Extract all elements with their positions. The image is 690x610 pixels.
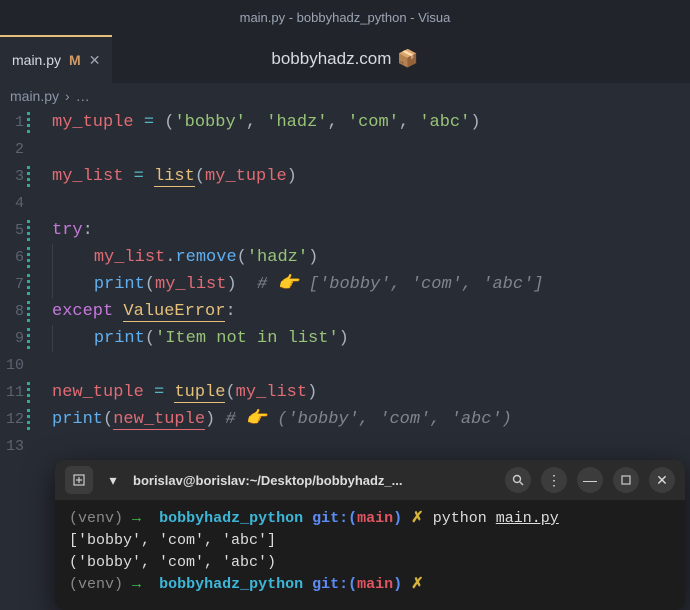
watermark-text: bobbyhadz.com [271, 49, 391, 69]
code-content[interactable]: my_tuple = ('bobby', 'hadz', 'com', 'abc… [34, 109, 690, 460]
menu-icon[interactable]: ⋮ [541, 467, 567, 493]
search-icon[interactable] [505, 467, 531, 493]
line-number: 6 [0, 244, 24, 271]
breadcrumb-file: main.py [10, 88, 59, 104]
terminal-line: ('bobby', 'com', 'abc') [69, 552, 671, 574]
breadcrumb[interactable]: main.py › … [0, 83, 690, 109]
line-number: 5 [0, 217, 24, 244]
code-line: print(new_tuple) # 👉️ ('bobby', 'com', '… [52, 406, 690, 433]
code-line [52, 433, 690, 460]
code-line: new_tuple = tuple(my_list) [52, 379, 690, 406]
line-number: 2 [0, 136, 24, 163]
code-line [52, 190, 690, 217]
line-number: 4 [0, 190, 24, 217]
code-line: print('Item not in list') [52, 325, 690, 352]
line-number: 7 [0, 271, 24, 298]
tab-bar: main.py M ✕ bobbyhadz.com 📦 [0, 35, 690, 83]
tab-modified-badge: M [69, 52, 81, 68]
line-number: 12 [0, 406, 24, 433]
breadcrumb-ellipsis: … [76, 88, 90, 104]
code-line: my_list = list(my_tuple) [52, 163, 690, 190]
line-gutter: 1 2 3 4 5 6 7 8 9 10 11 12 13 [0, 109, 34, 460]
code-line: print(my_list) # 👉️ ['bobby', 'com', 'ab… [52, 271, 690, 298]
line-number: 9 [0, 325, 24, 352]
new-tab-button[interactable] [65, 466, 93, 494]
package-icon: 📦 [397, 49, 418, 69]
line-number: 8 [0, 298, 24, 325]
terminal-title: borislav@borislav:~/Desktop/bobbyhadz_..… [133, 473, 495, 488]
terminal-line: (venv) → bobbyhadz_python git:(main) ✗ [69, 574, 671, 596]
code-line: try: [52, 217, 690, 244]
terminal-titlebar[interactable]: ▾ borislav@borislav:~/Desktop/bobbyhadz_… [55, 460, 685, 500]
minimize-icon[interactable]: — [577, 467, 603, 493]
line-number: 13 [0, 433, 24, 460]
tab-filename: main.py [12, 52, 61, 68]
chevron-down-icon[interactable]: ▾ [103, 466, 123, 494]
tab-main-py[interactable]: main.py M ✕ [0, 35, 112, 83]
maximize-icon[interactable] [613, 467, 639, 493]
code-line: my_list.remove('hadz') [52, 244, 690, 271]
code-line: except ValueError: [52, 298, 690, 325]
code-editor[interactable]: 1 2 3 4 5 6 7 8 9 10 11 12 13 my_tuple =… [0, 109, 690, 460]
line-number: 11 [0, 379, 24, 406]
chevron-right-icon: › [65, 88, 70, 104]
line-number: 10 [0, 352, 24, 379]
terminal-output[interactable]: (venv) → bobbyhadz_python git:(main) ✗ p… [55, 500, 685, 610]
watermark: bobbyhadz.com 📦 [271, 49, 418, 69]
terminal-line: (venv) → bobbyhadz_python git:(main) ✗ p… [69, 508, 671, 530]
terminal-line: ['bobby', 'com', 'abc'] [69, 530, 671, 552]
code-line: my_tuple = ('bobby', 'hadz', 'com', 'abc… [52, 109, 690, 136]
code-line [52, 136, 690, 163]
close-icon[interactable]: ✕ [89, 52, 101, 69]
code-line [52, 352, 690, 379]
terminal-window: ▾ borislav@borislav:~/Desktop/bobbyhadz_… [55, 460, 685, 610]
close-icon[interactable]: ✕ [649, 467, 675, 493]
line-number: 1 [0, 109, 24, 136]
window-titlebar: main.py - bobbyhadz_python - Visua [0, 0, 690, 35]
line-number: 3 [0, 163, 24, 190]
